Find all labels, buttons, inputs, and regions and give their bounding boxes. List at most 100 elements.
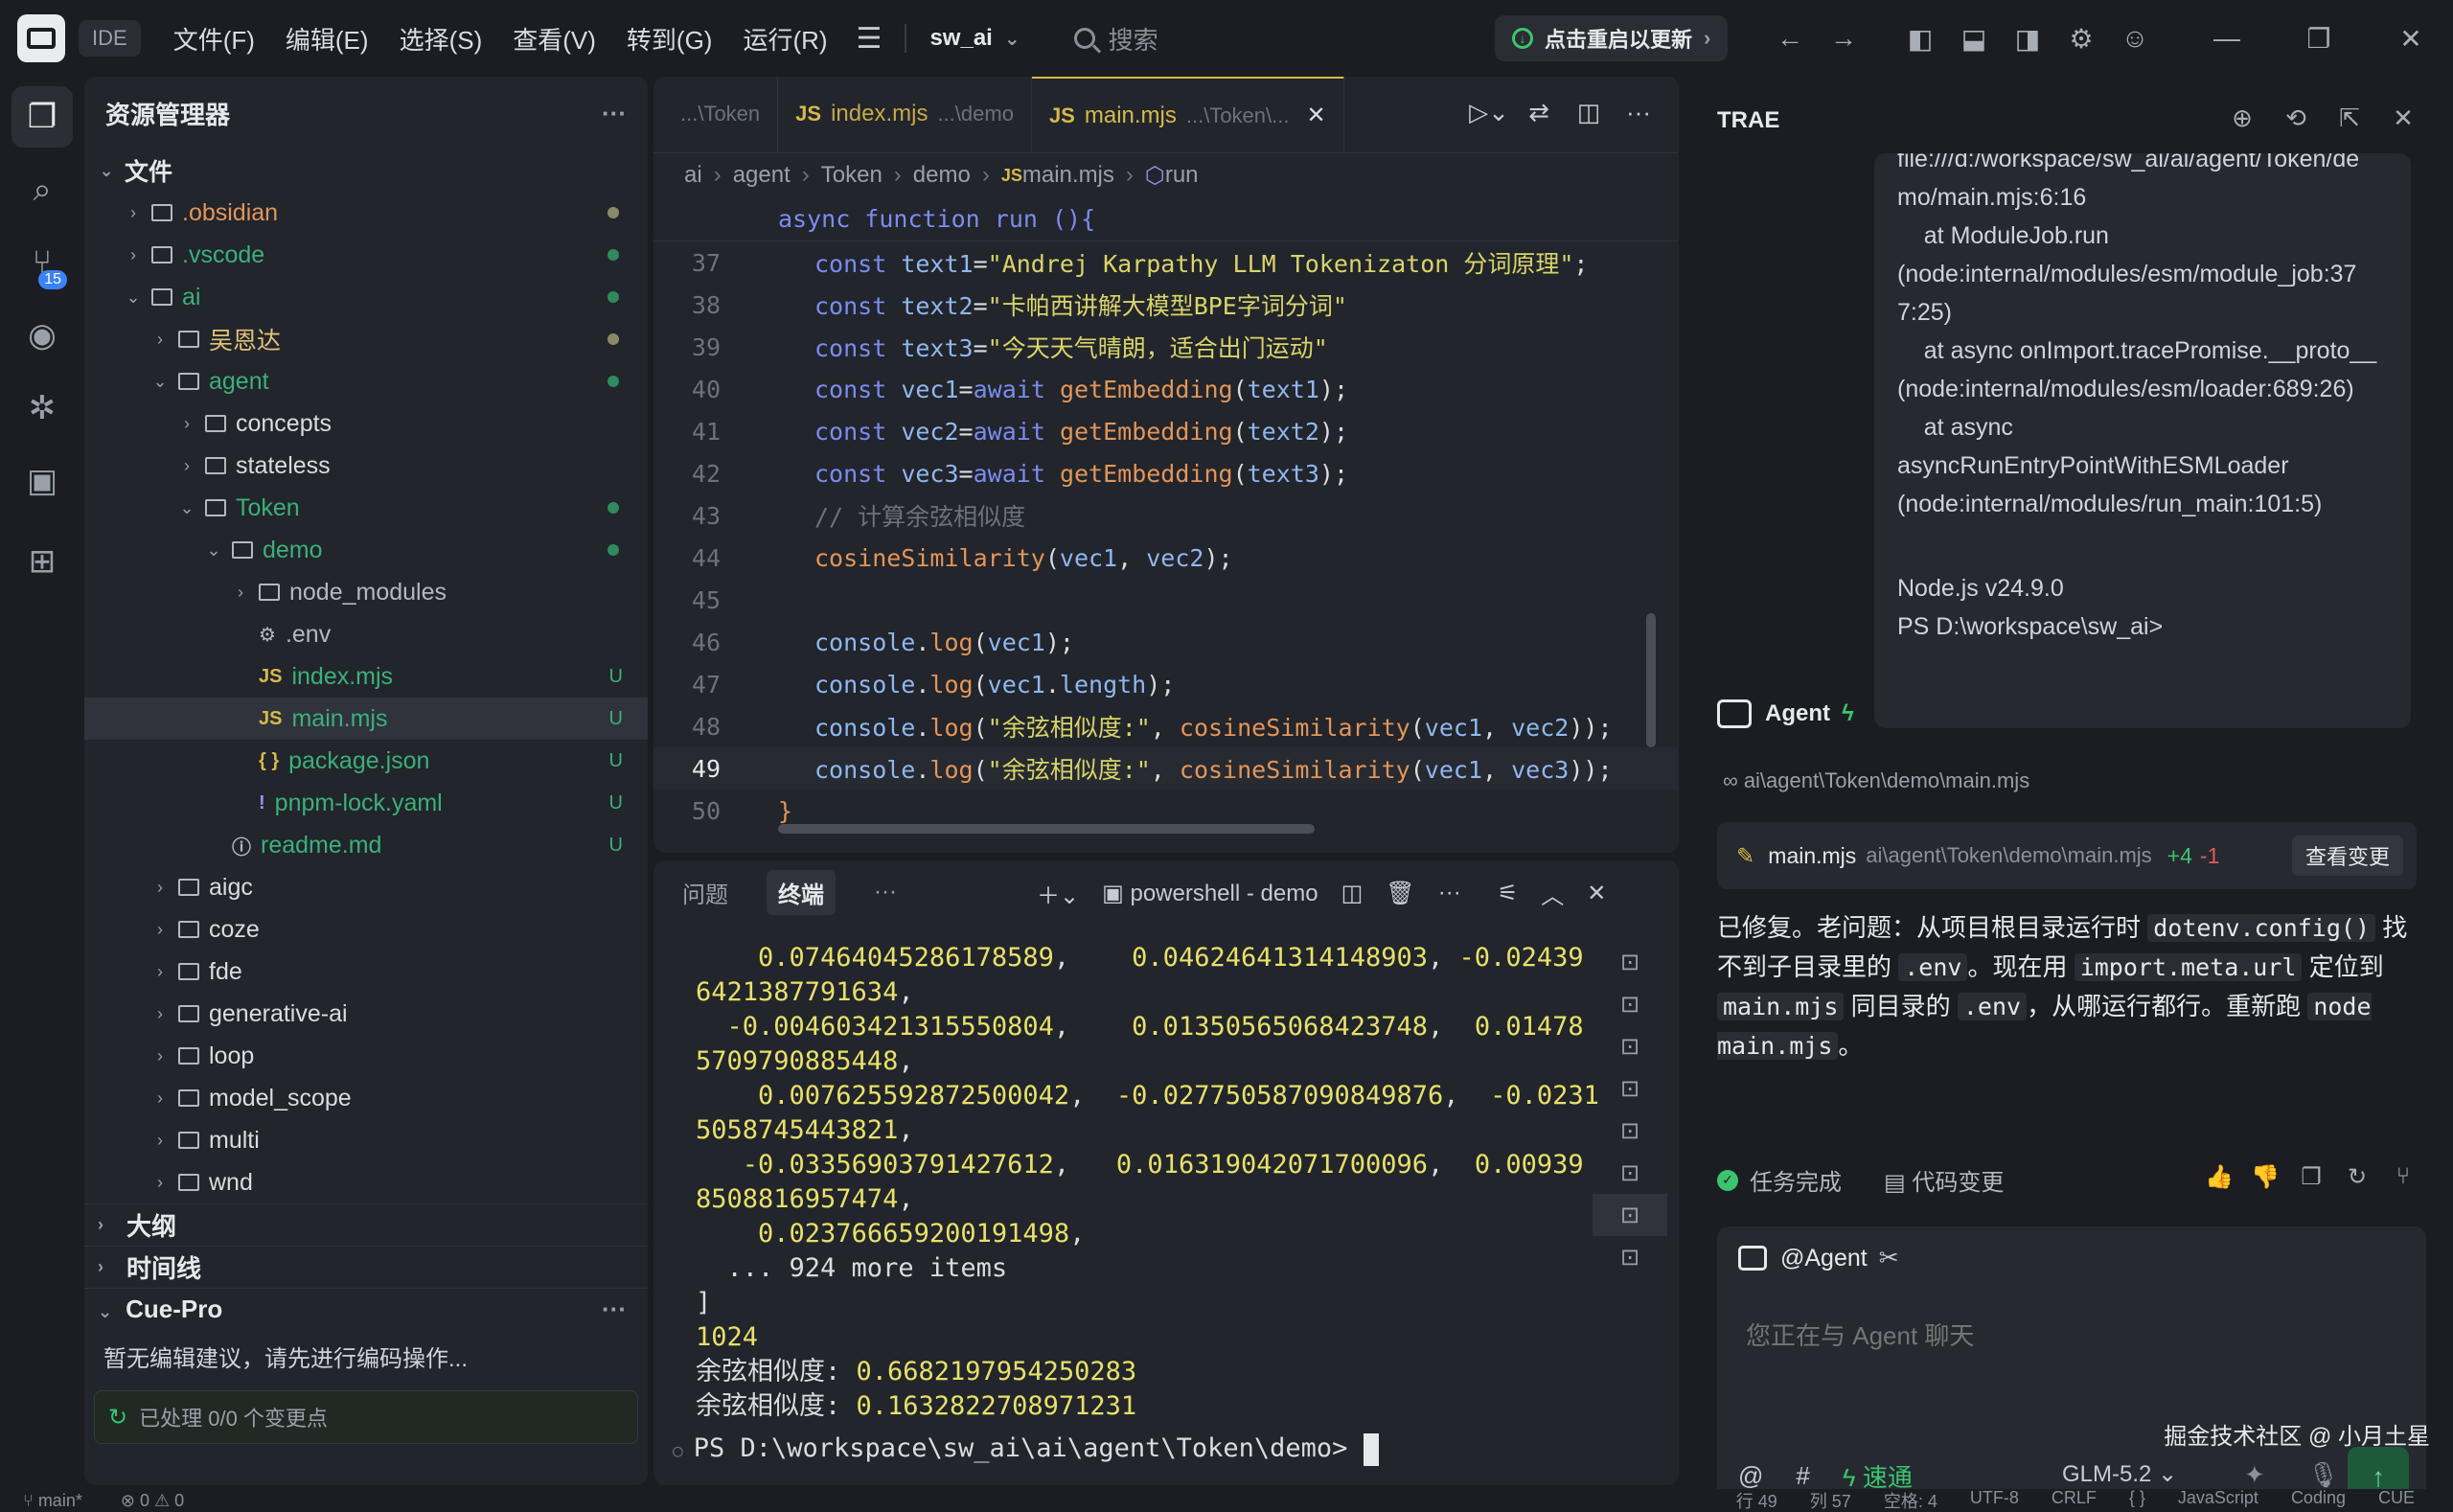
- editor-tab[interactable]: ...\Token: [653, 77, 779, 152]
- trash-icon[interactable]: 🗑: [1386, 880, 1414, 907]
- vertical-scrollbar[interactable]: [1646, 613, 1656, 747]
- tree-item[interactable]: › model_scope: [84, 1077, 648, 1119]
- status-item[interactable]: 列 57: [1810, 1489, 1851, 1512]
- breadcrumb-item[interactable]: run: [1165, 162, 1199, 189]
- tree-item[interactable]: ⚙ .env: [84, 613, 648, 655]
- context-path[interactable]: ∞ ai\agent\Token\demo\main.mjs: [1723, 768, 2029, 793]
- terminal-instance[interactable]: ▣ powershell - demo: [1102, 880, 1318, 907]
- code-line[interactable]: 38 const text2="卡帕西讲解大模型BPE字词分词": [653, 284, 1679, 326]
- status-item[interactable]: UTF-8: [1970, 1489, 2019, 1512]
- more-icon[interactable]: ···: [874, 879, 897, 905]
- code-line[interactable]: 47 console.log(vec1.length);: [653, 663, 1679, 705]
- problems-status[interactable]: ⊗ 0 ⚠ 0: [121, 1491, 184, 1511]
- history-icon[interactable]: ⟲: [2269, 103, 2323, 133]
- hamburger-menu-icon[interactable]: ☰: [857, 22, 883, 56]
- preview-eye-icon[interactable]: ◉: [11, 305, 73, 366]
- tree-item[interactable]: › stateless: [84, 445, 648, 487]
- run-icon[interactable]: ▷⌄: [1464, 98, 1514, 127]
- toggle-left-panel-icon[interactable]: ◧: [1893, 23, 1947, 55]
- tree-item[interactable]: › wnd: [84, 1161, 648, 1203]
- back-arrow-icon[interactable]: ←: [1763, 23, 1817, 54]
- terminal-instance-icon[interactable]: ⊡: [1593, 1236, 1667, 1278]
- tree-item[interactable]: › .obsidian: [84, 192, 648, 234]
- breadcrumb-item[interactable]: Token: [821, 162, 883, 189]
- outline-section[interactable]: › 大纲: [84, 1203, 648, 1246]
- more-icon[interactable]: ···: [602, 99, 627, 128]
- breadcrumb-item[interactable]: main.mjs: [1022, 162, 1114, 189]
- tab-terminal[interactable]: 终端: [767, 869, 836, 915]
- tree-item[interactable]: ⌄ demo: [84, 529, 648, 571]
- terminal-prompt[interactable]: ○ PS D:\workspace\sw_ai\ai\agent\Token\d…: [673, 1432, 1577, 1469]
- menu-item[interactable]: 查看(V): [497, 21, 611, 57]
- more-icon[interactable]: ···: [602, 1294, 627, 1324]
- tree-item[interactable]: › loop: [84, 1035, 648, 1077]
- tree-item[interactable]: › generative-ai: [84, 993, 648, 1035]
- view-changes-button[interactable]: 查看变更: [2291, 836, 2403, 876]
- thumbs-up-icon[interactable]: 👍: [2196, 1163, 2242, 1191]
- tree-item[interactable]: › node_modules: [84, 571, 648, 613]
- timeline-section[interactable]: › 时间线: [84, 1246, 648, 1288]
- menu-item[interactable]: 运行(R): [727, 21, 842, 57]
- popout-icon[interactable]: ⇱: [2323, 103, 2376, 133]
- terminal-instance-icon[interactable]: ⊡: [1593, 941, 1667, 983]
- microphone-icon[interactable]: 🎙: [2307, 1460, 2339, 1490]
- terminal-output[interactable]: 0.07464045286178589, 0.04624641314148903…: [673, 941, 1599, 1469]
- tree-item[interactable]: › coze: [84, 908, 648, 951]
- global-search[interactable]: 搜索: [1073, 21, 1158, 57]
- tree-item[interactable]: › .vscode: [84, 234, 648, 276]
- explorer-icon[interactable]: ❐: [11, 86, 73, 148]
- sticky-scroll-header[interactable]: async function run (){: [653, 197, 1679, 241]
- tree-item[interactable]: › aigc: [84, 866, 648, 908]
- copy-icon[interactable]: ❐: [2288, 1163, 2334, 1191]
- code-line[interactable]: 48 console.log("余弦相似度:", cosineSimilarity…: [653, 705, 1679, 747]
- mention-icon[interactable]: @: [1738, 1461, 1763, 1491]
- split-terminal-icon[interactable]: ◫: [1341, 880, 1364, 907]
- tree-item[interactable]: ⓘ readme.md U: [84, 824, 648, 866]
- status-item[interactable]: Coding: [2291, 1489, 2346, 1512]
- editor-tab[interactable]: JS main.mjs ...\Token\... ✕: [1031, 77, 1344, 152]
- sparkle-icon[interactable]: ✦: [2244, 1460, 2265, 1490]
- files-section-header[interactable]: ⌄ 文件: [84, 149, 648, 192]
- minimize-icon[interactable]: —: [2200, 23, 2254, 54]
- menu-item[interactable]: 选择(S): [384, 21, 498, 57]
- terminal-instance-icon[interactable]: ⊡: [1593, 983, 1667, 1025]
- forward-arrow-icon[interactable]: →: [1817, 23, 1870, 54]
- terminal-instance-icon[interactable]: ⊡: [1593, 1152, 1667, 1194]
- tree-item[interactable]: › concepts: [84, 402, 648, 445]
- status-item[interactable]: { }: [2129, 1489, 2145, 1512]
- editor-tab[interactable]: JS index.mjs ...\demo: [778, 77, 1032, 152]
- project-switcher[interactable]: sw_ai ⌄: [929, 25, 1020, 52]
- code-line[interactable]: 43 // 计算余弦相似度: [653, 494, 1679, 537]
- terminal-instance-icon[interactable]: ⊡: [1593, 1025, 1667, 1067]
- maximize-panel-icon[interactable]: ︿: [1541, 877, 1564, 910]
- code-line[interactable]: 46 console.log(vec1);: [653, 621, 1679, 663]
- code-line[interactable]: 44 cosineSimilarity(vec1, vec2);: [653, 537, 1679, 579]
- menu-item[interactable]: 编辑(E): [270, 21, 384, 57]
- hash-icon[interactable]: #: [1796, 1461, 1809, 1491]
- breadcrumb-item[interactable]: demo: [913, 162, 971, 189]
- more-icon[interactable]: ···: [1438, 880, 1461, 906]
- status-item[interactable]: CUE: [2378, 1489, 2415, 1512]
- tree-item[interactable]: JS main.mjs U: [84, 698, 648, 740]
- toggle-bottom-panel-icon[interactable]: ⬓: [1947, 23, 2001, 55]
- cuepro-section[interactable]: ⌄ Cue-Pro ···: [84, 1288, 648, 1330]
- cuepro-status[interactable]: ↻ 已处理 0/0 个变更点: [94, 1390, 638, 1444]
- terminal-instance-icon[interactable]: ⊡: [1593, 1110, 1667, 1152]
- tree-item[interactable]: › fde: [84, 951, 648, 993]
- code-line[interactable]: 49 console.log("余弦相似度:", cosineSimilarity…: [653, 747, 1679, 790]
- close-icon[interactable]: ✕: [2376, 103, 2430, 133]
- status-item[interactable]: 行 49: [1736, 1489, 1777, 1512]
- diff-icon[interactable]: ▤ 代码变更: [1884, 1163, 2004, 1197]
- branch-status[interactable]: ⑂ main*: [23, 1491, 82, 1511]
- breadcrumb-item[interactable]: agent: [733, 162, 791, 189]
- status-item[interactable]: JavaScript: [2178, 1489, 2258, 1512]
- terminal-instance-icon[interactable]: ⊡: [1593, 1194, 1667, 1236]
- tab-problems[interactable]: 问题: [682, 876, 728, 909]
- retry-icon[interactable]: ↻: [2334, 1163, 2380, 1191]
- new-terminal-icon[interactable]: ＋⌄: [1037, 877, 1079, 910]
- restore-icon[interactable]: ❐: [2292, 23, 2346, 55]
- tree-item[interactable]: › 吴恩达: [84, 318, 648, 360]
- thumbs-down-icon[interactable]: 👎: [2242, 1163, 2288, 1191]
- tree-item[interactable]: ⌄ agent: [84, 360, 648, 402]
- breadcrumb-item[interactable]: ai: [684, 162, 702, 189]
